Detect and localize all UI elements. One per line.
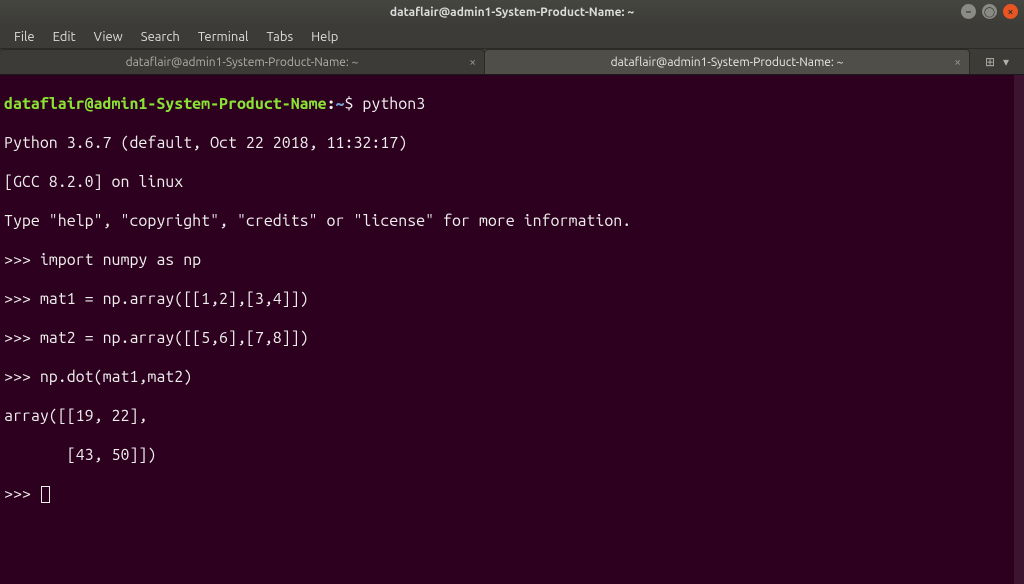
python-prompt: >>> (4, 329, 40, 347)
terminal-line: Python 3.6.7 (default, Oct 22 2018, 11:3… (4, 134, 1020, 154)
python-prompt: >>> (4, 251, 40, 269)
close-icon[interactable]: × (1003, 4, 1018, 19)
terminal-line: >>> np.dot(mat1,mat2) (4, 368, 1020, 388)
python-input: np.dot(mat1,mat2) (40, 368, 192, 386)
python-prompt: >>> (4, 290, 40, 308)
terminal-line: dataflair@admin1-System-Product-Name:~$ … (4, 95, 1020, 115)
tabbar: dataflair@admin1-System-Product-Name: ~ … (0, 49, 1024, 75)
prompt-colon: : (327, 95, 336, 113)
tab-terminal-2[interactable]: dataflair@admin1-System-Product-Name: ~ … (485, 49, 970, 74)
terminal-line: Type "help", "copyright", "credits" or "… (4, 212, 1020, 232)
menu-edit[interactable]: Edit (45, 28, 84, 46)
python-prompt: >>> (4, 485, 40, 503)
terminal-line: >>> mat2 = np.array([[5,6],[7,8]]) (4, 329, 1020, 349)
menu-search[interactable]: Search (133, 28, 188, 46)
tab-close-icon[interactable]: × (469, 56, 476, 69)
new-tab-icon[interactable]: ⊞ (985, 55, 995, 69)
menu-terminal[interactable]: Terminal (190, 28, 257, 46)
cursor (41, 486, 50, 503)
menu-tabs[interactable]: Tabs (258, 28, 301, 46)
prompt-user-host: dataflair@admin1-System-Product-Name (4, 95, 327, 113)
menu-help[interactable]: Help (303, 28, 346, 46)
menubar: File Edit View Search Terminal Tabs Help (0, 25, 1024, 49)
tab-label: dataflair@admin1-System-Product-Name: ~ (611, 56, 844, 69)
prompt-path: ~ (336, 95, 345, 113)
terminal-line: >>> (4, 485, 1020, 505)
terminal-body[interactable]: dataflair@admin1-System-Product-Name:~$ … (0, 75, 1024, 584)
window-titlebar: dataflair@admin1-System-Product-Name: ~ … (0, 0, 1024, 25)
tab-label: dataflair@admin1-System-Product-Name: ~ (126, 56, 359, 69)
terminal-line: [GCC 8.2.0] on linux (4, 173, 1020, 193)
tab-terminal-1[interactable]: dataflair@admin1-System-Product-Name: ~ … (0, 49, 485, 74)
terminal-line: [43, 50]]) (4, 446, 1020, 466)
tabbar-controls: ⊞ ▾ (970, 49, 1024, 74)
python-prompt: >>> (4, 368, 40, 386)
window-controls: – ◯ × (961, 4, 1018, 19)
python-input: mat2 = np.array([[5,6],[7,8]]) (40, 329, 309, 347)
tab-close-icon[interactable]: × (954, 56, 961, 69)
menu-view[interactable]: View (86, 28, 131, 46)
menu-file[interactable]: File (6, 28, 43, 46)
scrollbar[interactable] (1014, 75, 1024, 584)
maximize-icon[interactable]: ◯ (982, 4, 997, 19)
chevron-down-icon[interactable]: ▾ (1003, 55, 1009, 69)
minimize-icon[interactable]: – (961, 4, 976, 19)
terminal-line: >>> mat1 = np.array([[1,2],[3,4]]) (4, 290, 1020, 310)
shell-command: python3 (353, 95, 425, 113)
python-input: mat1 = np.array([[1,2],[3,4]]) (40, 290, 309, 308)
terminal-line: array([[19, 22], (4, 407, 1020, 427)
window-title: dataflair@admin1-System-Product-Name: ~ (390, 6, 634, 19)
terminal-line: >>> import numpy as np (4, 251, 1020, 271)
python-input: import numpy as np (40, 251, 201, 269)
